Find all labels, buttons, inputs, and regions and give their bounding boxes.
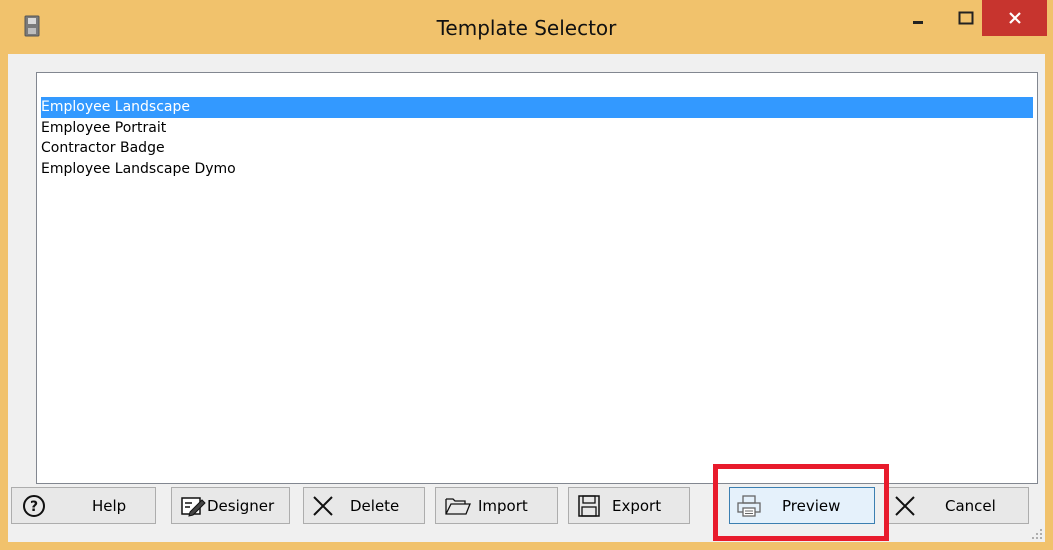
printer-icon	[737, 495, 761, 517]
list-item-employee-landscape[interactable]: Employee Landscape	[41, 97, 1033, 118]
minimize-button[interactable]	[896, 0, 940, 36]
x-mark-icon	[895, 496, 915, 516]
list-item-contractor-badge[interactable]: Contractor Badge	[41, 138, 1033, 159]
help-button[interactable]: ? Help	[11, 487, 156, 524]
title-bar[interactable]: Template Selector	[0, 0, 1053, 54]
question-circle-icon: ?	[23, 495, 45, 517]
minimize-icon	[913, 21, 923, 24]
x-mark-icon	[313, 496, 333, 516]
edit-form-icon	[181, 497, 206, 517]
import-label: Import	[478, 497, 528, 515]
delete-button[interactable]: Delete	[303, 487, 425, 524]
cancel-button[interactable]: Cancel	[885, 487, 1029, 524]
designer-button[interactable]: Designer	[171, 487, 290, 524]
maximize-icon	[958, 11, 974, 25]
delete-label: Delete	[350, 497, 400, 515]
close-button[interactable]	[982, 0, 1047, 36]
list-item-employee-portrait[interactable]: Employee Portrait	[41, 118, 1033, 139]
resize-grip-icon[interactable]	[1031, 528, 1043, 540]
template-selector-window: Template Selector Employee Landscape Emp…	[0, 0, 1053, 550]
preview-button[interactable]: Preview	[729, 487, 875, 524]
help-label: Help	[92, 497, 127, 515]
designer-label: Designer	[207, 497, 275, 515]
template-list[interactable]: Employee Landscape Employee Portrait Con…	[36, 72, 1038, 484]
dialog-body: Employee Landscape Employee Portrait Con…	[8, 54, 1045, 542]
close-icon	[1008, 12, 1021, 24]
export-button[interactable]: Export	[568, 487, 690, 524]
list-item-employee-landscape-dymo[interactable]: Employee Landscape Dymo	[41, 159, 1033, 180]
cancel-label: Cancel	[945, 497, 996, 515]
floppy-save-icon	[578, 495, 600, 517]
preview-label: Preview	[782, 497, 841, 515]
import-button[interactable]: Import	[435, 487, 558, 524]
folder-open-icon	[445, 498, 471, 515]
svg-text:?: ?	[30, 499, 38, 515]
export-label: Export	[612, 497, 662, 515]
